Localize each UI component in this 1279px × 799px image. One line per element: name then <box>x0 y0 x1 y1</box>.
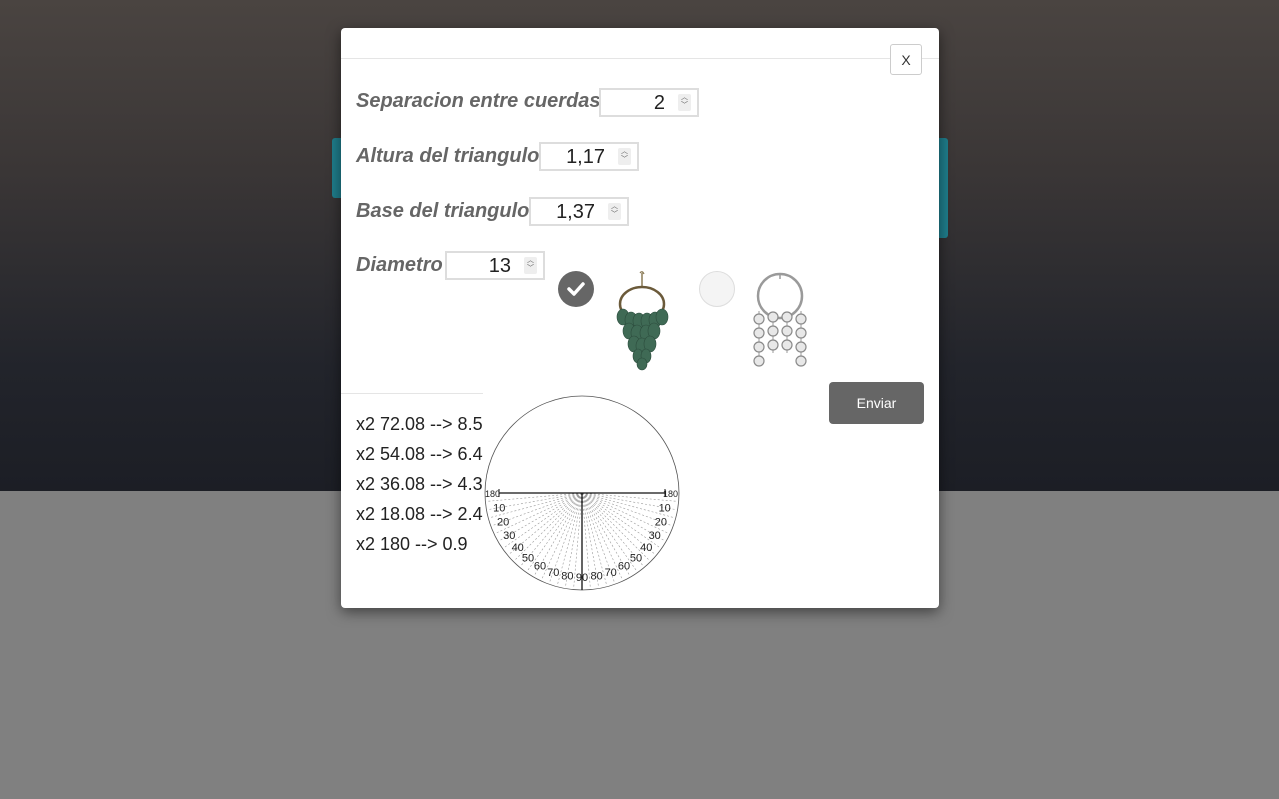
protractor-label: 180 <box>485 489 500 499</box>
result-line: x2 180 --> 0.9 <box>356 534 468 554</box>
spinner-arrows-icon[interactable]: ︿ ﹀ <box>618 148 631 165</box>
protractor-label: 40 <box>640 542 652 554</box>
altura-label: Altura del triangulo <box>356 145 540 167</box>
results-divider <box>341 393 483 394</box>
protractor-label: 50 <box>630 552 642 564</box>
protractor-label: 70 <box>547 567 559 579</box>
results-list: x2 72.08 --> 8.5 x2 54.08 --> 6.4 x2 36.… <box>356 412 483 562</box>
spinner-arrows-icon[interactable]: ︿ ﹀ <box>608 203 621 220</box>
checkmark-icon <box>567 282 585 296</box>
diametro-label: Diametro <box>356 254 443 276</box>
diametro-value: 13 <box>488 255 511 277</box>
altura-value: 1,17 <box>566 146 605 168</box>
base-input[interactable]: 1,37 ︿ ﹀ <box>529 197 629 226</box>
protractor-label: 50 <box>522 552 534 564</box>
earring-option-2-radio[interactable] <box>699 271 735 307</box>
spinner-arrows-icon[interactable]: ︿ ﹀ <box>678 94 691 111</box>
separacion-label: Separacion entre cuerdas <box>356 90 601 112</box>
base-label: Base del triangulo <box>356 200 530 222</box>
result-line: x2 36.08 --> 4.3 <box>356 474 483 494</box>
protractor-label: 80 <box>561 571 573 583</box>
modal-dialog: X Separacion entre cuerdas 2 ︿ ﹀ Altura d… <box>341 28 939 608</box>
earring-option-1-radio[interactable] <box>558 271 594 307</box>
spinner-arrows-icon[interactable]: ︿ ﹀ <box>524 257 537 274</box>
close-button[interactable]: X <box>890 44 922 75</box>
protractor-label: 80 <box>590 571 602 583</box>
protractor-label: 30 <box>649 530 661 542</box>
diametro-input[interactable]: 13 ︿ ﹀ <box>445 251 545 280</box>
protractor-label: 20 <box>497 517 509 529</box>
protractor-label: 10 <box>493 503 505 515</box>
protractor-label: 60 <box>534 561 546 573</box>
silver-earring-image[interactable] <box>745 271 815 371</box>
protractor-label: 70 <box>605 567 617 579</box>
base-value: 1,37 <box>556 201 595 223</box>
altura-input[interactable]: 1,17 ︿ ﹀ <box>539 142 639 171</box>
green-earring-image[interactable] <box>607 271 677 371</box>
result-line: x2 54.08 --> 6.4 <box>356 444 483 464</box>
protractor-label: 10 <box>659 503 671 515</box>
separacion-input[interactable]: 2 ︿ ﹀ <box>599 88 699 117</box>
result-line: x2 72.08 --> 8.5 <box>356 414 483 434</box>
modal-header-divider <box>341 58 939 59</box>
protractor-label: 90 <box>576 572 588 584</box>
separacion-value: 2 <box>653 92 665 114</box>
enviar-button[interactable]: Enviar <box>829 382 924 424</box>
protractor-label: 60 <box>618 561 630 573</box>
result-line: x2 18.08 --> 2.4 <box>356 504 483 524</box>
protractor-label: 20 <box>655 517 667 529</box>
protractor-label: 30 <box>503 530 515 542</box>
protractor-diagram: 180 180 10203040506070 80 90 80 706050403020… <box>484 395 680 591</box>
protractor-label: 180 <box>663 489 678 499</box>
